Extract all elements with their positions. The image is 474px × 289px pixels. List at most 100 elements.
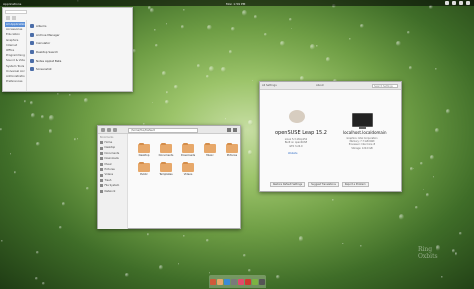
raindrop bbox=[208, 272, 211, 275]
raindrop bbox=[248, 268, 252, 273]
raindrop bbox=[165, 23, 168, 25]
grid-view-icon[interactable] bbox=[6, 16, 10, 20]
raindrop bbox=[414, 205, 418, 209]
folder-icon bbox=[138, 142, 150, 153]
network-icon[interactable] bbox=[445, 1, 449, 5]
folder-item[interactable]: Documents bbox=[155, 142, 177, 157]
app-icon bbox=[30, 50, 34, 55]
folder-item[interactable]: Pictures bbox=[221, 142, 243, 157]
menu-icon[interactable] bbox=[227, 128, 231, 132]
app-item[interactable]: Notes Applet Beta bbox=[30, 56, 61, 65]
dock-launcher-icon[interactable] bbox=[210, 278, 216, 285]
raindrop bbox=[36, 251, 39, 254]
app-item[interactable]: Screenshot bbox=[30, 65, 61, 74]
app-item[interactable]: Archive Manager bbox=[30, 31, 61, 40]
raindrop bbox=[408, 65, 413, 70]
raindrop bbox=[248, 120, 253, 126]
folder-label: Music bbox=[206, 154, 214, 157]
sidebar-place[interactable]: Network bbox=[100, 189, 125, 194]
battery-icon[interactable] bbox=[459, 1, 463, 5]
folder-icon bbox=[182, 142, 194, 153]
panel-clock[interactable]: Mon 1:59 PM bbox=[226, 2, 245, 6]
dock-launcher-icon[interactable] bbox=[252, 278, 258, 285]
applications-menu-button[interactable]: Applications bbox=[3, 2, 21, 6]
settings-about-window: All Settings About Search Settings openS… bbox=[259, 81, 402, 192]
folder-item[interactable]: Desktop bbox=[133, 142, 155, 157]
folder-item[interactable]: Public bbox=[133, 161, 155, 176]
menu-divider bbox=[26, 20, 27, 91]
raindrop bbox=[432, 176, 435, 179]
close-icon[interactable] bbox=[233, 128, 237, 132]
raindrop bbox=[35, 277, 39, 281]
folder-label: Pictures bbox=[226, 154, 238, 157]
back-arrow-icon[interactable] bbox=[101, 128, 105, 132]
folder-label: Documents bbox=[158, 154, 174, 157]
app-item[interactable]: Albums bbox=[30, 22, 61, 31]
raindrop bbox=[76, 138, 78, 140]
window-controls bbox=[227, 128, 237, 132]
all-settings-button[interactable]: All Settings bbox=[262, 84, 277, 87]
raindrop bbox=[459, 232, 462, 235]
icon-view-icon[interactable] bbox=[113, 128, 117, 132]
app-label: Desktop Search bbox=[36, 50, 59, 55]
raindrop bbox=[158, 265, 163, 270]
dock-launcher-icon[interactable] bbox=[238, 278, 244, 285]
watermark-line-2: Oxbits bbox=[418, 253, 438, 260]
navigation-buttons bbox=[101, 128, 117, 132]
category-item[interactable]: Preferences bbox=[5, 79, 25, 84]
raindrop bbox=[224, 118, 227, 120]
folder-icon bbox=[160, 161, 172, 172]
raindrop bbox=[291, 28, 293, 30]
category-view-icon[interactable] bbox=[12, 16, 16, 20]
folder-item[interactable]: Music bbox=[199, 142, 221, 157]
forward-arrow-icon[interactable] bbox=[107, 128, 111, 132]
folder-item[interactable]: Videos bbox=[177, 161, 199, 176]
folder-item[interactable]: Templates bbox=[155, 161, 177, 176]
dock-launcher-icon[interactable] bbox=[217, 278, 223, 285]
os-details: Linux 5.3.18-lp152 Built on openSUSE GTK… bbox=[279, 138, 313, 148]
restore-defaults-button[interactable]: Restore Default Settings bbox=[270, 182, 306, 187]
website-link[interactable]: Website bbox=[288, 152, 298, 155]
raindrop bbox=[342, 242, 344, 245]
place-label: Network bbox=[104, 189, 116, 193]
raindrop bbox=[426, 193, 429, 197]
dock bbox=[209, 275, 266, 288]
app-search-input[interactable] bbox=[5, 10, 27, 14]
app-label: Screenshot bbox=[36, 67, 52, 72]
raindrop bbox=[263, 32, 267, 37]
suggest-translations-button[interactable]: Suggest Translations bbox=[308, 182, 339, 187]
raindrop bbox=[454, 252, 458, 256]
app-item[interactable]: Calculator bbox=[30, 39, 61, 48]
folder-item[interactable]: Downloads bbox=[177, 142, 199, 157]
dock-launcher-icon[interactable] bbox=[245, 278, 251, 285]
raindrop bbox=[154, 29, 156, 31]
folder-label: Downloads bbox=[180, 154, 196, 157]
raindrop bbox=[83, 98, 89, 104]
category-item[interactable]: Sound & Video bbox=[5, 58, 25, 63]
settings-headerbar: All Settings About Search Settings bbox=[260, 82, 401, 90]
volume-icon[interactable] bbox=[452, 1, 456, 5]
category-item[interactable]: System Tools bbox=[5, 64, 25, 69]
raindrop bbox=[86, 187, 89, 191]
settings-search-input[interactable]: Search Settings bbox=[372, 83, 398, 88]
folder-label: Videos bbox=[183, 173, 193, 176]
raindrop bbox=[279, 40, 285, 47]
power-icon[interactable] bbox=[466, 1, 470, 5]
dock-launcher-icon[interactable] bbox=[224, 278, 230, 285]
dock-launcher-icon[interactable] bbox=[259, 278, 265, 285]
app-icon bbox=[30, 24, 34, 29]
raindrop bbox=[73, 137, 77, 141]
raindrop bbox=[434, 128, 439, 133]
report-problem-button[interactable]: Report a Problem bbox=[341, 182, 369, 187]
hardware-details: Graphics: Intel Corporation Memory: 7.7 … bbox=[339, 137, 385, 150]
app-item[interactable]: Desktop Search bbox=[30, 48, 61, 57]
app-label: Archive Manager bbox=[36, 32, 60, 37]
raindrop bbox=[276, 274, 281, 280]
dock-launcher-icon[interactable] bbox=[231, 278, 237, 285]
raindrop bbox=[396, 41, 401, 47]
location-path-field[interactable]: /home/Tux/Default bbox=[128, 127, 198, 133]
raindrop bbox=[207, 24, 212, 30]
raindrop bbox=[420, 161, 423, 166]
folder-icon bbox=[182, 161, 194, 172]
raindrop bbox=[155, 43, 159, 48]
